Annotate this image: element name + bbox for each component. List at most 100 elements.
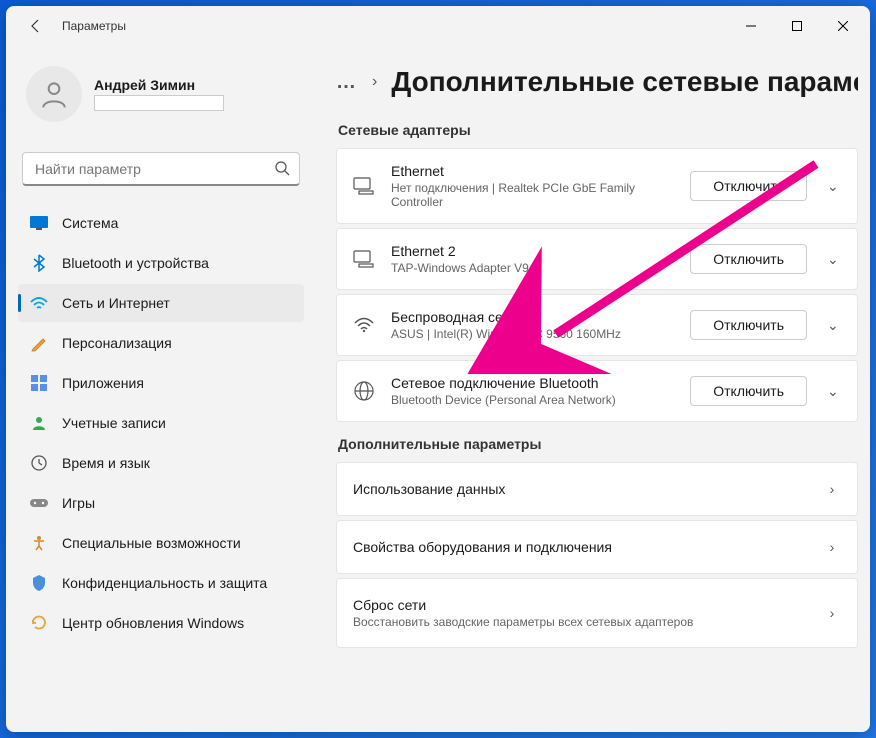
sidebar-item-label: Время и язык xyxy=(62,455,150,471)
adapter-title: Беспроводная сеть xyxy=(391,309,674,325)
back-button[interactable] xyxy=(26,16,46,36)
disable-button[interactable]: Отключить xyxy=(690,376,807,406)
avatar xyxy=(26,66,82,122)
sidebar-item-time[interactable]: Время и язык xyxy=(18,444,304,482)
sidebar-item-update[interactable]: Центр обновления Windows xyxy=(18,604,304,642)
sidebar-item-label: Игры xyxy=(62,495,95,511)
breadcrumb: … › Дополнительные сетевые параметры xyxy=(336,66,858,98)
sidebar-item-accessibility[interactable]: Специальные возможности xyxy=(18,524,304,562)
link-body: Сброс сети Восстановить заводские параме… xyxy=(353,597,823,629)
adapter-body: Беспроводная сеть ASUS | Intel(R) Wirele… xyxy=(391,309,674,341)
search-icon xyxy=(274,160,290,181)
nav: Система Bluetooth и устройства Сеть и Ин… xyxy=(18,204,304,642)
minimize-button[interactable] xyxy=(728,10,774,42)
chevron-down-icon[interactable]: ⌄ xyxy=(823,317,841,334)
profile-block[interactable]: Андрей Зимин xyxy=(18,46,304,134)
section-adapters-header: Сетевые адаптеры xyxy=(338,122,858,138)
accessibility-icon xyxy=(30,534,48,552)
chevron-right-icon: › xyxy=(372,73,377,91)
disable-button[interactable]: Отключить xyxy=(690,310,807,340)
link-data-usage[interactable]: Использование данных › xyxy=(336,462,858,516)
content: Андрей Зимин Система Bluetooth и устройс… xyxy=(6,46,870,732)
sidebar-item-gaming[interactable]: Игры xyxy=(18,484,304,522)
link-title: Сброс сети xyxy=(353,597,823,613)
sidebar-item-network[interactable]: Сеть и Интернет xyxy=(18,284,304,322)
sidebar-item-system[interactable]: Система xyxy=(18,204,304,242)
adapter-body: Ethernet 2 TAP-Windows Adapter V9 xyxy=(391,243,674,275)
link-sub: Восстановить заводские параметры всех се… xyxy=(353,615,823,629)
adapter-title: Ethernet xyxy=(391,163,674,179)
link-hardware-props[interactable]: Свойства оборудования и подключения › xyxy=(336,520,858,574)
wifi-icon xyxy=(353,314,375,336)
window-controls xyxy=(728,10,866,42)
chevron-right-icon: › xyxy=(823,539,841,555)
bluetooth-network-icon xyxy=(353,380,375,402)
network-icon xyxy=(30,294,48,312)
sidebar-item-label: Приложения xyxy=(62,375,144,391)
window-title: Параметры xyxy=(62,19,126,33)
adapter-sub: Нет подключения | Realtek PCIe GbE Famil… xyxy=(391,181,674,209)
chevron-down-icon[interactable]: ⌄ xyxy=(823,251,841,268)
chevron-down-icon[interactable]: ⌄ xyxy=(823,178,841,195)
ethernet-icon xyxy=(353,248,375,270)
sidebar-item-privacy[interactable]: Конфиденциальность и защита xyxy=(18,564,304,602)
adapter-sub: ASUS | Intel(R) Wireless-AC 9560 160MHz xyxy=(391,327,674,341)
chevron-right-icon: › xyxy=(823,605,841,621)
adapter-body: Ethernet Нет подключения | Realtek PCIe … xyxy=(391,163,674,209)
sidebar-item-label: Персонализация xyxy=(62,335,172,351)
sidebar-item-label: Конфиденциальность и защита xyxy=(62,575,267,591)
adapter-sub: Bluetooth Device (Personal Area Network) xyxy=(391,393,674,407)
adapter-card-bluetooth: Сетевое подключение Bluetooth Bluetooth … xyxy=(336,360,858,422)
apps-icon xyxy=(30,374,48,392)
sidebar-item-label: Система xyxy=(62,215,118,231)
close-button[interactable] xyxy=(820,10,866,42)
titlebar: Параметры xyxy=(6,6,870,46)
sidebar-item-label: Центр обновления Windows xyxy=(62,615,244,631)
adapter-body: Сетевое подключение Bluetooth Bluetooth … xyxy=(391,375,674,407)
adapter-title: Ethernet 2 xyxy=(391,243,674,259)
privacy-icon xyxy=(30,574,48,592)
profile-email xyxy=(94,95,224,111)
disable-button[interactable]: Отключить xyxy=(690,171,807,201)
adapter-card-ethernet: Ethernet Нет подключения | Realtek PCIe … xyxy=(336,148,858,224)
chevron-down-icon[interactable]: ⌄ xyxy=(823,383,841,400)
accounts-icon xyxy=(30,414,48,432)
link-network-reset[interactable]: Сброс сети Восстановить заводские параме… xyxy=(336,578,858,648)
profile-text: Андрей Зимин xyxy=(94,77,224,111)
bluetooth-icon xyxy=(30,254,48,272)
main-panel: … › Дополнительные сетевые параметры Сет… xyxy=(316,46,870,732)
system-icon xyxy=(30,214,48,232)
adapter-card-wireless: Беспроводная сеть ASUS | Intel(R) Wirele… xyxy=(336,294,858,356)
sidebar-item-apps[interactable]: Приложения xyxy=(18,364,304,402)
search-box xyxy=(22,152,300,186)
page-title: Дополнительные сетевые параметры xyxy=(391,66,858,98)
link-title: Использование данных xyxy=(353,481,823,497)
adapter-sub: TAP-Windows Adapter V9 xyxy=(391,261,674,275)
gaming-icon xyxy=(30,494,48,512)
time-icon xyxy=(30,454,48,472)
update-icon xyxy=(30,614,48,632)
profile-name: Андрей Зимин xyxy=(94,77,224,93)
search-input[interactable] xyxy=(22,152,300,186)
sidebar-item-label: Специальные возможности xyxy=(62,535,241,551)
sidebar-item-accounts[interactable]: Учетные записи xyxy=(18,404,304,442)
link-body: Свойства оборудования и подключения xyxy=(353,539,823,555)
link-body: Использование данных xyxy=(353,481,823,497)
adapter-card-ethernet2: Ethernet 2 TAP-Windows Adapter V9 Отключ… xyxy=(336,228,858,290)
adapter-title: Сетевое подключение Bluetooth xyxy=(391,375,674,391)
link-title: Свойства оборудования и подключения xyxy=(353,539,823,555)
titlebar-left: Параметры xyxy=(10,16,126,36)
settings-window: Параметры Андрей Зимин xyxy=(6,6,870,732)
maximize-button[interactable] xyxy=(774,10,820,42)
sidebar-item-bluetooth[interactable]: Bluetooth и устройства xyxy=(18,244,304,282)
sidebar-item-personalize[interactable]: Персонализация xyxy=(18,324,304,362)
sidebar-item-label: Bluetooth и устройства xyxy=(62,255,209,271)
disable-button[interactable]: Отключить xyxy=(690,244,807,274)
breadcrumb-dots[interactable]: … xyxy=(336,71,358,94)
sidebar: Андрей Зимин Система Bluetooth и устройс… xyxy=(6,46,316,732)
ethernet-icon xyxy=(353,175,375,197)
sidebar-item-label: Учетные записи xyxy=(62,415,166,431)
chevron-right-icon: › xyxy=(823,481,841,497)
sidebar-item-label: Сеть и Интернет xyxy=(62,295,170,311)
personalize-icon xyxy=(30,334,48,352)
